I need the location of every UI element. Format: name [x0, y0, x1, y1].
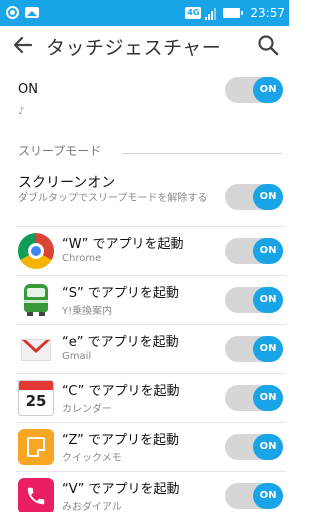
toggle-knob: ON	[253, 483, 283, 509]
master-switch-label: ON	[18, 82, 38, 97]
page-title: タッチジェスチャー	[46, 37, 222, 59]
gesture-app-name: クイックメモ	[62, 453, 122, 464]
gesture-app-name: Chrome	[62, 253, 102, 264]
gesture-title: “Z” でアプリを起動	[62, 433, 180, 448]
gesture-title: “S” でアプリを起動	[62, 286, 179, 301]
gesture-app-name: Gmail	[62, 351, 92, 362]
signal-strength-icon	[205, 7, 217, 20]
row-divider	[16, 471, 286, 472]
section-divider	[122, 153, 282, 154]
settings-notification-icon	[6, 6, 19, 19]
master-toggle[interactable]: ON	[225, 77, 283, 103]
toggle-knob: ON	[253, 434, 283, 460]
toggle-knob: ON	[253, 385, 283, 411]
gesture-w-toggle[interactable]: ON	[225, 238, 283, 264]
quick-memo-icon	[18, 429, 54, 465]
search-icon[interactable]	[257, 34, 279, 56]
screen-on-toggle[interactable]: ON	[225, 184, 283, 210]
app-bar: タッチジェスチャー	[0, 26, 289, 66]
gesture-c-toggle[interactable]: ON	[225, 385, 283, 411]
status-bar: 4G 23:57	[0, 0, 289, 26]
calendar-icon: 25	[18, 380, 54, 416]
battery-icon	[223, 8, 244, 18]
gesture-s-toggle[interactable]: ON	[225, 287, 283, 313]
status-right-icons: 4G 23:57	[185, 5, 285, 21]
gesture-app-name: カレンダー	[62, 404, 112, 415]
status-time: 23:57	[250, 6, 285, 20]
toggle-knob: ON	[253, 238, 283, 264]
gesture-e-toggle[interactable]: ON	[225, 336, 283, 362]
gesture-row-s[interactable]: “S” でアプリを起動 Y!乗換案内 ON	[0, 275, 289, 323]
chrome-icon	[18, 233, 54, 269]
phone-icon	[18, 478, 54, 512]
gesture-title: “C” でアプリを起動	[62, 384, 180, 399]
row-divider	[16, 373, 286, 374]
network-type-badge: 4G	[185, 7, 202, 19]
train-icon	[18, 282, 54, 318]
section-header-sleep-mode: スリープモード	[18, 144, 102, 158]
gesture-row-c[interactable]: 25 “C” でアプリを起動 カレンダー ON	[0, 373, 289, 421]
gesture-row-w[interactable]: “W” でアプリを起動 Chrome ON	[0, 226, 289, 274]
gesture-v-toggle[interactable]: ON	[225, 483, 283, 509]
calendar-icon-date: 25	[25, 392, 47, 410]
row-divider	[16, 422, 286, 423]
image-notification-icon	[25, 7, 39, 18]
gesture-app-name: みおダイアル	[62, 502, 122, 512]
toggle-knob: ON	[253, 336, 283, 362]
master-switch-row[interactable]: ON ON	[0, 70, 289, 110]
gmail-icon	[18, 331, 54, 367]
gesture-z-toggle[interactable]: ON	[225, 434, 283, 460]
gesture-title: “e” でアプリを起動	[62, 335, 179, 350]
gesture-title: “W” でアプリを起動	[62, 237, 184, 252]
toggle-knob: ON	[253, 77, 283, 103]
gesture-row-v[interactable]: “V” でアプリを起動 みおダイアル ON	[0, 471, 289, 512]
screen-on-subtitle: ダブルタップでスリープモードを解除する	[18, 193, 208, 204]
row-divider	[16, 226, 286, 227]
screen-on-row[interactable]: スクリーンオン ダブルタップでスリープモードを解除する ON	[0, 168, 289, 224]
toggle-knob: ON	[253, 287, 283, 313]
status-left-icons	[6, 6, 39, 19]
row-divider	[16, 275, 286, 276]
gesture-hint-icon: ♪	[18, 106, 25, 117]
gesture-app-name: Y!乗換案内	[62, 306, 113, 317]
gesture-row-e[interactable]: “e” でアプリを起動 Gmail ON	[0, 324, 289, 372]
toggle-knob: ON	[253, 184, 283, 210]
row-divider	[16, 324, 286, 325]
gesture-title: “V” でアプリを起動	[62, 482, 180, 497]
gesture-row-z[interactable]: “Z” でアプリを起動 クイックメモ ON	[0, 422, 289, 470]
back-arrow-icon[interactable]	[12, 34, 34, 56]
screen-on-title: スクリーンオン	[18, 175, 116, 191]
